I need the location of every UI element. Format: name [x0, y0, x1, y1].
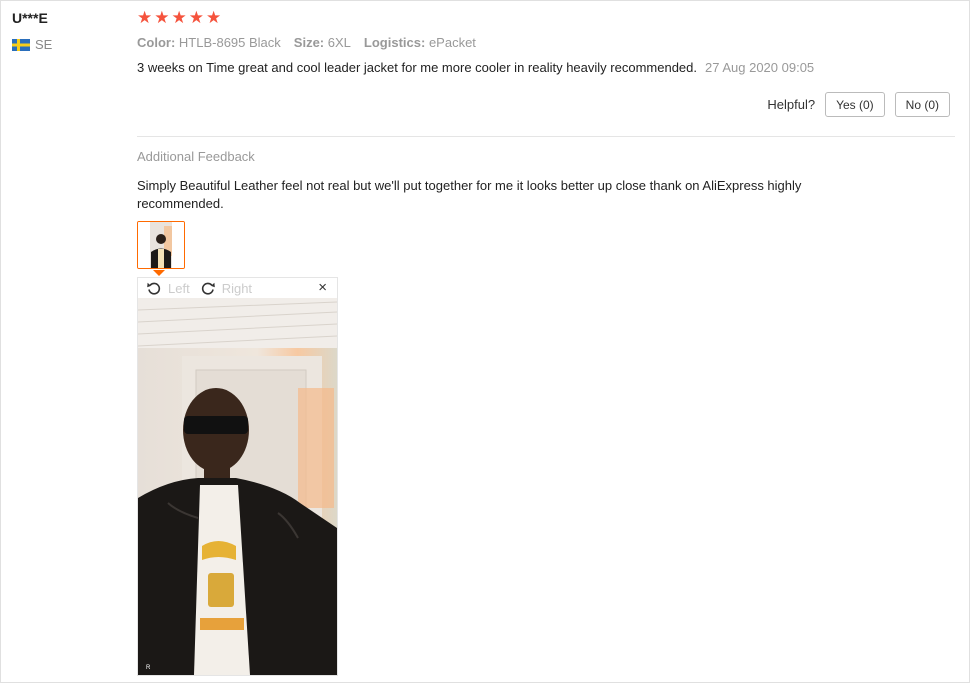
- rotate-left-icon: [147, 282, 161, 295]
- svg-text:R: R: [146, 665, 151, 671]
- review-body: 3 weeks on Time great and cool leader ja…: [137, 60, 814, 75]
- thumbnail-image: [138, 222, 184, 268]
- star-rating: ★ ★ ★ ★ ★: [137, 8, 221, 28]
- close-icon[interactable]: ×: [318, 280, 327, 296]
- order-attributes: Color: HTLB-8695 Black Size: 6XL Logisti…: [137, 35, 476, 50]
- attr-size: Size: 6XL: [293, 35, 351, 50]
- thumbnail-pointer: [153, 270, 165, 276]
- star-icon: ★: [171, 8, 187, 27]
- rotate-left-label: Left: [168, 280, 190, 296]
- helpful-vote: Helpful? Yes (0) No (0): [767, 92, 950, 117]
- attr-logistics: Logistics: ePacket: [363, 35, 476, 50]
- viewer-toolbar: Left Right ×: [138, 278, 337, 298]
- rotate-left-button[interactable]: Left: [146, 280, 190, 296]
- attr-color: Color: HTLB-8695 Black: [137, 35, 281, 50]
- rotate-right-label: Right: [221, 280, 253, 296]
- country-code: SE: [35, 37, 53, 52]
- additional-feedback-title: Additional Feedback: [137, 149, 255, 164]
- helpful-yes-button[interactable]: Yes (0): [825, 92, 885, 117]
- helpful-label: Helpful?: [767, 97, 816, 112]
- divider: [137, 136, 955, 137]
- review-photo: R: [138, 298, 337, 675]
- review-text: 3 weeks on Time great and cool leader ja…: [137, 60, 697, 75]
- star-icon: ★: [188, 8, 204, 27]
- photo-viewer: Left Right × R: [137, 277, 338, 676]
- reviewer-country: SE: [12, 37, 52, 52]
- star-icon: ★: [206, 8, 222, 27]
- star-icon: ★: [137, 8, 153, 27]
- additional-feedback-text: Simply Beautiful Leather feel not real b…: [137, 178, 802, 211]
- sweden-flag-icon: [12, 38, 30, 51]
- rotate-right-button[interactable]: Right: [200, 280, 252, 296]
- review-date: 27 Aug 2020 09:05: [705, 60, 815, 75]
- photo-thumbnail[interactable]: [137, 221, 185, 269]
- rotate-right-icon: [201, 282, 215, 295]
- helpful-no-button[interactable]: No (0): [894, 92, 950, 117]
- reviewer-name: U***E: [12, 10, 48, 26]
- star-icon: ★: [154, 8, 170, 27]
